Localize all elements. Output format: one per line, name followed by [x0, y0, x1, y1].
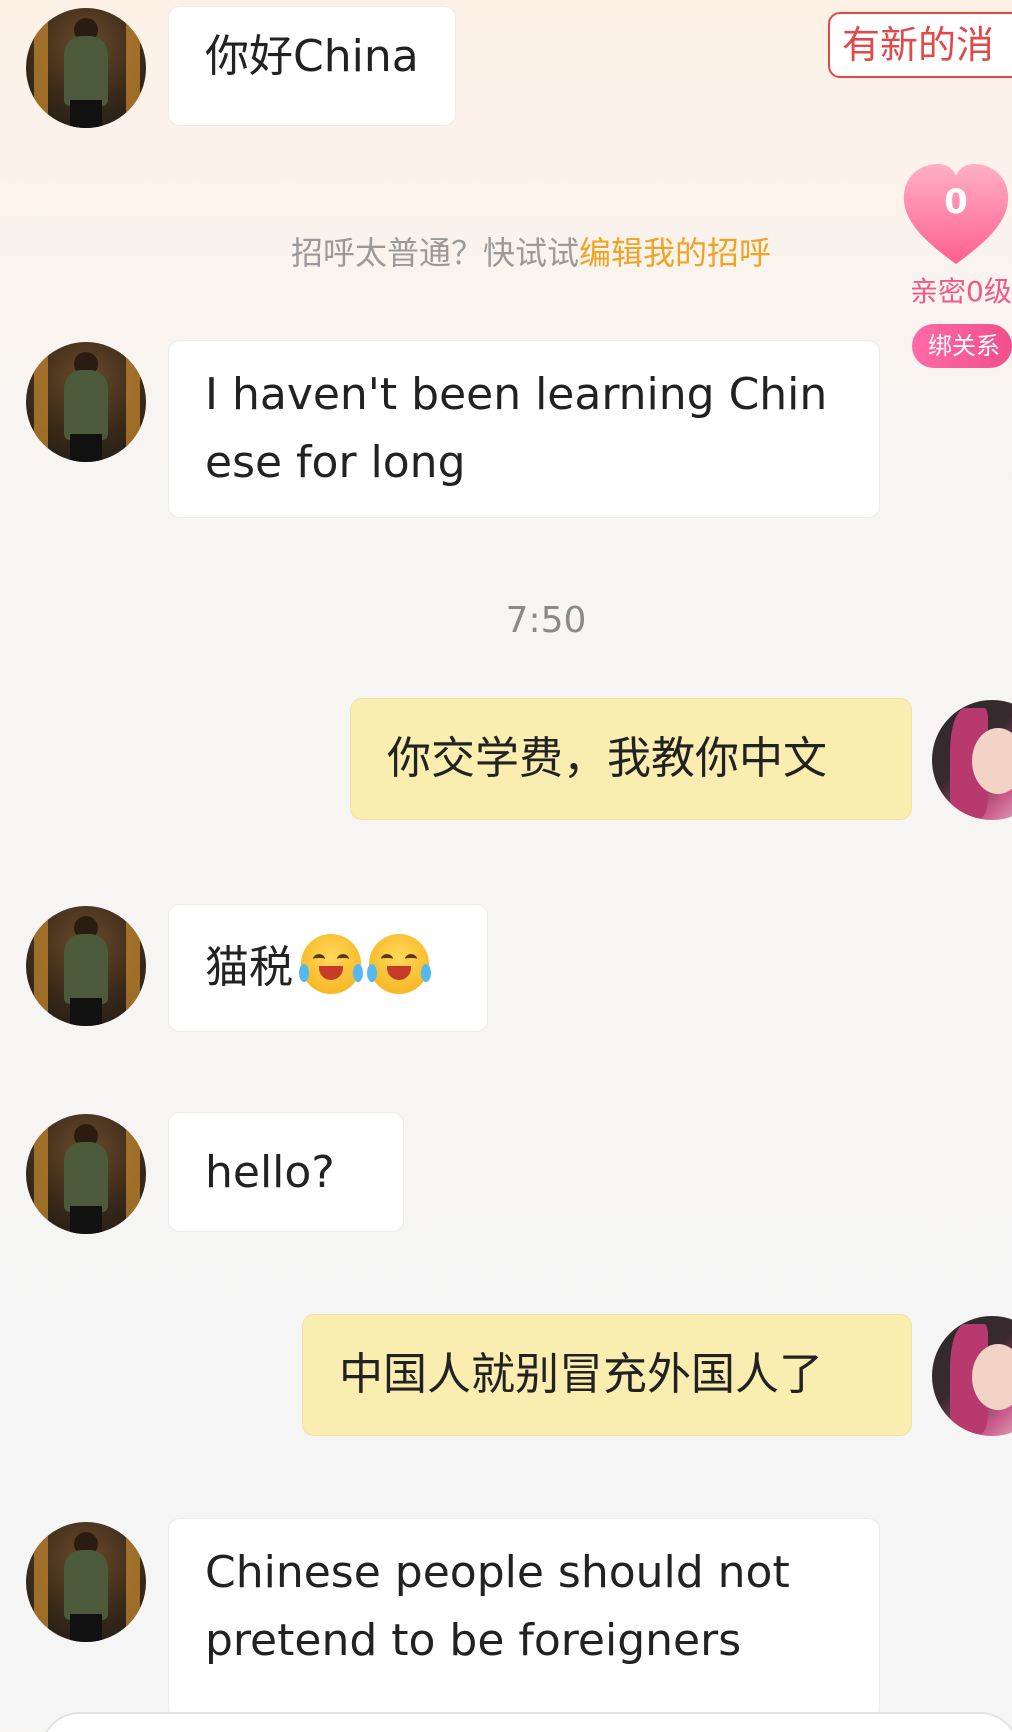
contact-avatar[interactable]: [26, 8, 146, 128]
bind-relation-label: 绑关系: [928, 332, 1000, 360]
self-message-bubble[interactable]: 中国人就别冒充外国人了: [302, 1314, 912, 1436]
self-avatar[interactable]: [932, 700, 1012, 820]
message-bubble[interactable]: 你好China: [168, 6, 456, 126]
contact-avatar[interactable]: [26, 1114, 146, 1234]
timestamp: 7:50: [505, 600, 587, 641]
message-text: 猫税: [205, 942, 293, 993]
contact-avatar[interactable]: [26, 342, 146, 462]
greeting-hint-text: 招呼太普通？快试试: [290, 234, 579, 272]
intimacy-value: 0: [944, 182, 968, 222]
message-text: Chinese people should not pretend to be …: [205, 1547, 790, 1666]
greeting-hint: 招呼太普通？快试试编辑我的招呼: [0, 228, 1012, 274]
message-input[interactable]: [40, 1712, 1012, 1732]
bind-relation-button[interactable]: 绑关系: [912, 324, 1012, 368]
laugh-cry-emoji: [367, 934, 431, 994]
message-bubble[interactable]: 猫税: [168, 904, 488, 1032]
message-bubble[interactable]: Chinese people should not pretend to be …: [168, 1518, 880, 1718]
message-text: 你交学费，我教你中文: [387, 733, 827, 784]
laugh-cry-emoji: [299, 934, 363, 994]
message-text: hello?: [205, 1147, 335, 1198]
contact-avatar[interactable]: [26, 906, 146, 1026]
new-message-badge[interactable]: 有新的消: [828, 12, 1012, 78]
self-message-bubble[interactable]: 你交学费，我教你中文: [350, 698, 912, 820]
message-bubble[interactable]: I haven't been learning Chinese for long: [168, 340, 880, 518]
message-bubble[interactable]: hello?: [168, 1112, 404, 1232]
intimacy-heart[interactable]: 0: [900, 160, 1012, 270]
message-text: 中国人就别冒充外国人了: [339, 1349, 823, 1400]
self-avatar[interactable]: [932, 1316, 1012, 1436]
edit-greeting-link[interactable]: 编辑我的招呼: [579, 234, 771, 272]
intimacy-level: 亲密0级: [910, 275, 1012, 308]
new-message-label: 有新的消: [842, 23, 995, 67]
message-text: 你好China: [205, 31, 419, 82]
contact-avatar[interactable]: [26, 1522, 146, 1642]
message-text: I haven't been learning Chinese for long: [205, 369, 828, 488]
